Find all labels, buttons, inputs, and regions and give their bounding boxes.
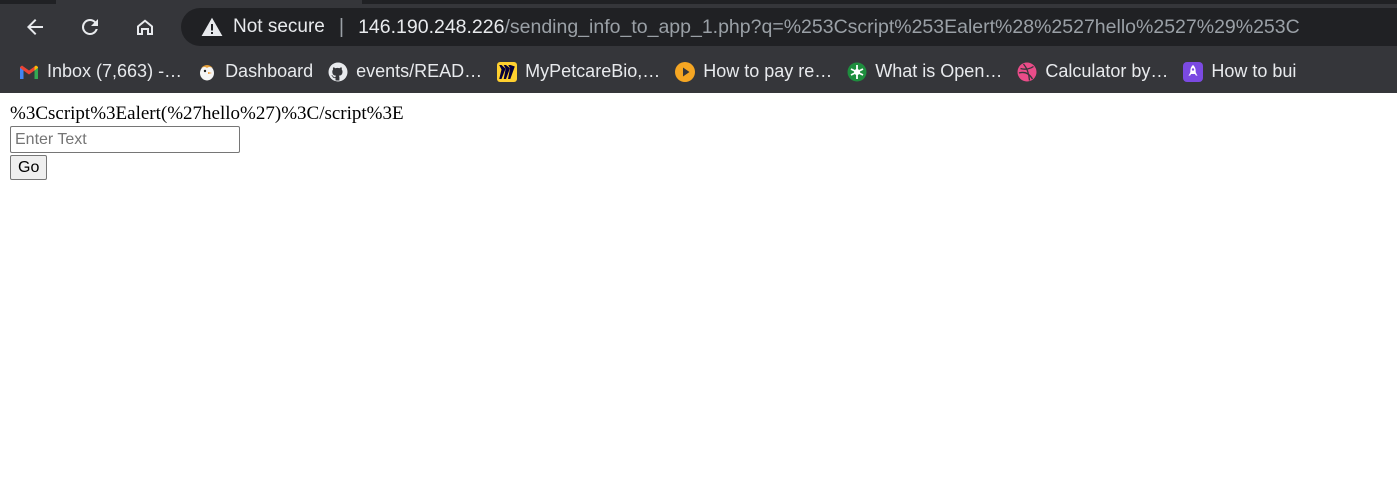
bookmark-calculator[interactable]: Calculator by… — [1010, 56, 1176, 88]
bookmark-label: How to bui — [1211, 61, 1297, 81]
url-text[interactable]: 146.190.248.226/sending_info_to_app_1.ph… — [358, 16, 1300, 39]
page-content: %3Cscript%3Ealert(%27hello%27)%3C/script… — [0, 93, 1397, 190]
reload-icon — [81, 18, 98, 35]
reload-button[interactable] — [73, 10, 107, 44]
bookmark-label: Calculator by… — [1045, 61, 1169, 81]
omnibox-separator: | — [338, 15, 345, 38]
bookmark-label: How to pay re… — [703, 61, 833, 81]
miro-icon — [497, 61, 518, 82]
bookmark-label: What is Open… — [875, 61, 1003, 81]
bookmark-dashboard[interactable]: Dashboard — [190, 56, 321, 88]
url-host: 146.190.248.226 — [358, 15, 505, 38]
openai-leaf-icon — [847, 62, 867, 82]
dashboard-bird-icon — [197, 62, 217, 82]
arrow-left-icon — [27, 19, 43, 35]
bookmark-label: Inbox (7,663) -… — [47, 61, 183, 81]
address-bar[interactable]: Not secure | 146.190.248.226/sending_inf… — [181, 8, 1397, 46]
bookmarks-bar: Inbox (7,663) -… Dashboard events/READ… … — [0, 50, 1397, 93]
bookmark-what-is-open[interactable]: What is Open… — [840, 56, 1010, 88]
browser-chrome: Not secure | 146.190.248.226/sending_inf… — [0, 0, 1397, 93]
home-icon — [137, 19, 153, 35]
text-input[interactable] — [10, 126, 240, 153]
bookmark-how-to-build[interactable]: How to bui — [1176, 56, 1304, 88]
security-label: Not secure — [233, 16, 325, 37]
bookmark-inbox[interactable]: Inbox (7,663) -… — [12, 56, 190, 88]
rocket-icon — [1183, 61, 1204, 82]
play-circle-icon — [675, 61, 696, 82]
security-indicator[interactable]: Not secure — [181, 8, 325, 46]
bookmark-label: events/READ… — [356, 61, 483, 81]
bookmark-label: MyPetcareBio,… — [525, 61, 661, 81]
dribbble-icon — [1017, 62, 1037, 82]
warning-triangle-icon — [201, 17, 223, 36]
echoed-query-text: %3Cscript%3Ealert(%27hello%27)%3C/script… — [10, 103, 404, 124]
url-path: /sending_info_to_app_1.php?q=%253Cscript… — [504, 15, 1300, 38]
back-button[interactable] — [18, 10, 52, 44]
go-button[interactable]: Go — [10, 155, 48, 180]
github-icon — [328, 62, 348, 82]
bookmark-github-events[interactable]: events/READ… — [321, 56, 490, 88]
gmail-icon — [19, 62, 39, 82]
home-button[interactable] — [128, 10, 162, 44]
bookmark-mypetcare[interactable]: MyPetcareBio,… — [490, 56, 668, 88]
bookmark-label: Dashboard — [225, 61, 314, 81]
bookmark-how-to-pay[interactable]: How to pay re… — [668, 56, 840, 88]
browser-toolbar: Not secure | 146.190.248.226/sending_inf… — [0, 4, 1397, 50]
